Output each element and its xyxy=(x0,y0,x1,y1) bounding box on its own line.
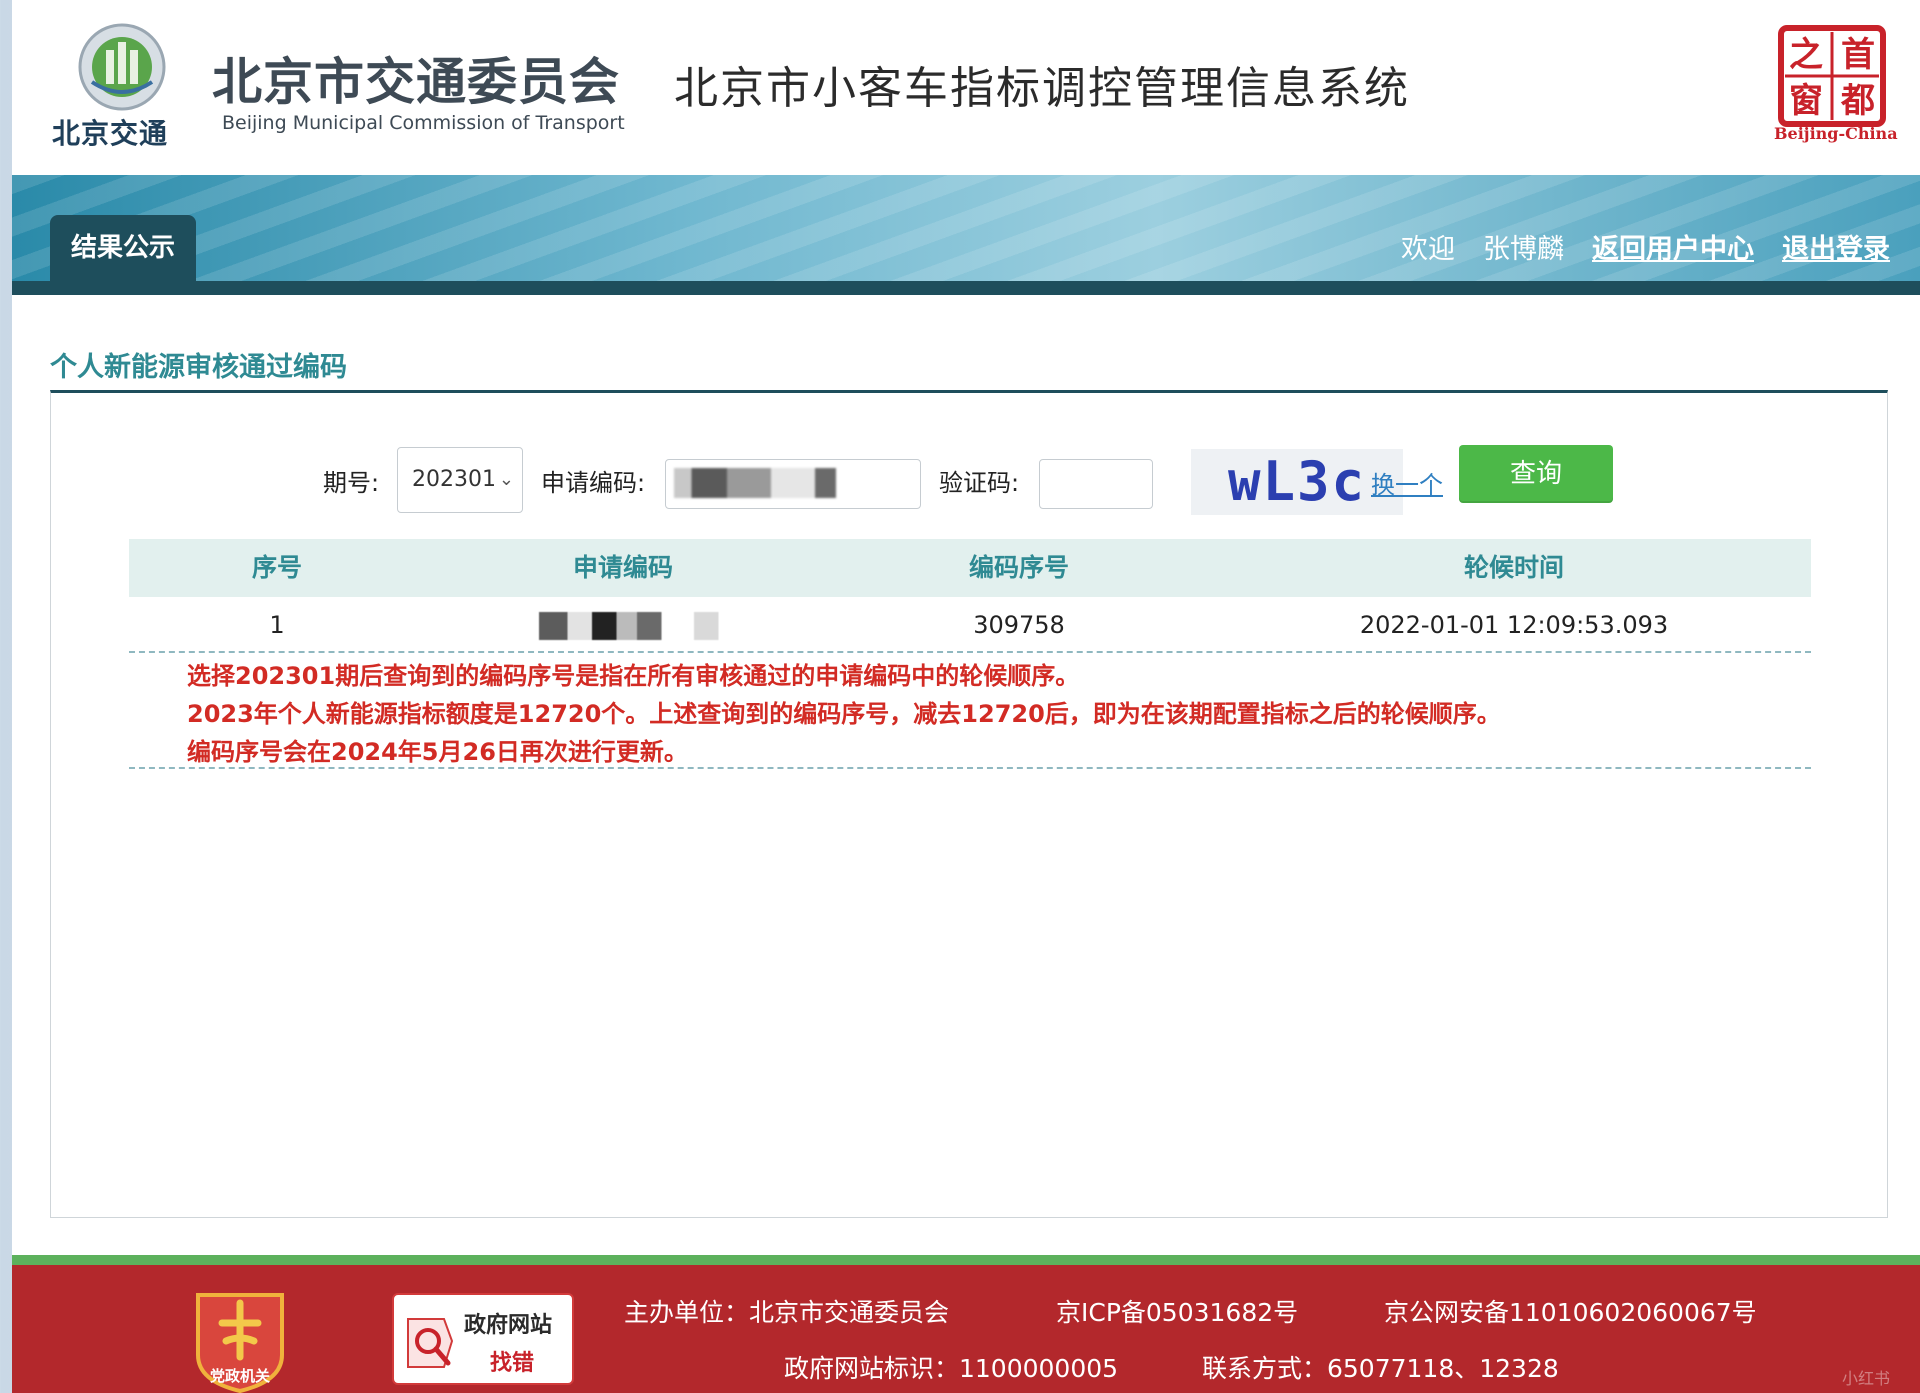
captcha-input[interactable] xyxy=(1039,459,1153,509)
row-time: 2022-01-01 12:09:53.093 xyxy=(1359,611,1669,639)
commission-emblem-icon xyxy=(78,23,166,111)
application-code-input[interactable] xyxy=(665,459,921,509)
col-code: 申请编码 xyxy=(572,553,673,582)
table-row: 1 309758 2022-01-01 12:09:53.093 xyxy=(129,597,1811,653)
results-table: 序号 申请编码 编码序号 轮候时间 1 309758 2022-01-01 12… xyxy=(129,539,1811,653)
notice-line-1: 选择202301期后查询到的编码序号是指在所有审核通过的申请编码中的轮候顺序。 xyxy=(187,662,1080,690)
redacted-code xyxy=(674,468,850,498)
footer-icp[interactable]: 京ICP备05031682号 xyxy=(1056,1293,1298,1329)
captcha-refresh-link[interactable]: 换一个 xyxy=(1371,465,1443,500)
row-code xyxy=(425,610,821,640)
logout-link[interactable]: 退出登录 xyxy=(1782,227,1890,266)
logo-brand: 北京交通 xyxy=(52,117,169,150)
footer-site-id: 政府网站标识：1100000005 xyxy=(784,1354,1119,1383)
query-panel: 期号: 202301 ⌄ 申请编码: 验证码: wL3c 换一个 查询 序号 申… xyxy=(50,390,1888,1218)
party-government-badge-icon: 党政机关 xyxy=(196,1293,284,1393)
system-title: 北京市小客车指标调控管理信息系统 xyxy=(674,63,1410,114)
seal-char-1: 之 xyxy=(1789,35,1823,75)
footer-divider xyxy=(12,1255,1920,1265)
col-time: 轮候时间 xyxy=(1463,553,1564,582)
query-button[interactable]: 查询 xyxy=(1459,445,1613,503)
gov-site-error-report-link[interactable]: 政府网站 找错 xyxy=(392,1293,574,1385)
notice-line-3: 编码序号会在2024年5月26日再次进行更新。 xyxy=(187,738,688,766)
row-index: 1 xyxy=(269,611,285,639)
section-title: 个人新能源审核通过编码 xyxy=(50,352,347,383)
period-select[interactable]: 202301 ⌄ xyxy=(397,447,523,513)
footer-police-record[interactable]: 京公网安备11010602060067号 xyxy=(1384,1293,1757,1329)
org-name-en: Beijing Municipal Commission of Transpor… xyxy=(222,112,625,134)
chevron-down-icon: ⌄ xyxy=(498,469,514,490)
back-to-user-center-link[interactable]: 返回用户中心 xyxy=(1592,227,1754,266)
code-label: 申请编码: xyxy=(541,469,646,497)
tab-results[interactable]: 结果公示 xyxy=(50,215,196,295)
footer-contact: 联系方式：65077118、12328 xyxy=(1202,1354,1559,1383)
row-seq: 309758 xyxy=(973,611,1065,639)
gov-box-subtitle: 找错 xyxy=(490,1351,535,1376)
page: 北京交通 北京市交通委员会 Beijing Municipal Commissi… xyxy=(12,0,1920,1393)
party-badge-text: 党政机关 xyxy=(210,1367,270,1385)
redacted-code-cell xyxy=(539,612,743,640)
magnifier-icon xyxy=(407,1318,454,1368)
org-name-cn: 北京市交通委员会 xyxy=(212,53,620,111)
nav-bar xyxy=(12,281,1920,295)
gov-box-title: 政府网站 xyxy=(464,1313,553,1338)
seal-char-3: 窗 xyxy=(1789,81,1823,121)
notice-line-2: 2023年个人新能源指标额度是12720个。上述查询到的编码序号，减去12720… xyxy=(187,700,1501,728)
seal-char-2: 首 xyxy=(1841,35,1875,75)
site-header: 北京交通 北京市交通委员会 Beijing Municipal Commissi… xyxy=(12,0,1920,175)
seal-char-4: 都 xyxy=(1840,81,1875,121)
welcome-text: 欢迎 xyxy=(1401,234,1455,265)
query-form: 期号: 202301 ⌄ 申请编码: 验证码: wL3c 换一个 查询 xyxy=(51,445,1887,515)
col-seq: 编码序号 xyxy=(968,553,1069,582)
table-header: 序号 申请编码 编码序号 轮候时间 xyxy=(129,539,1811,597)
col-index: 序号 xyxy=(251,553,302,582)
captcha-label: 验证码: xyxy=(939,469,1020,497)
nav-band: 结果公示 欢迎 张博麟 返回用户中心 退出登录 xyxy=(12,175,1920,295)
watermark: 小红书 xyxy=(1841,1369,1890,1388)
notice-box: 选择202301期后查询到的编码序号是指在所有审核通过的申请编码中的轮候顺序。 … xyxy=(129,651,1811,769)
site-footer: 党政机关 政府网站 找错 主办单位：北京市交通委员会 京ICP备05031682… xyxy=(12,1265,1920,1393)
period-label: 期号: xyxy=(323,469,380,497)
table-body: 1 309758 2022-01-01 12:09:53.093 xyxy=(129,597,1811,653)
seal-caption: Beijing-China xyxy=(1774,124,1898,143)
user-name: 张博麟 xyxy=(1483,234,1564,265)
footer-sponsor: 主办单位：北京市交通委员会 xyxy=(624,1298,950,1327)
period-value: 202301 xyxy=(412,467,496,492)
user-menu: 欢迎 张博麟 返回用户中心 退出登录 xyxy=(1401,227,1890,266)
